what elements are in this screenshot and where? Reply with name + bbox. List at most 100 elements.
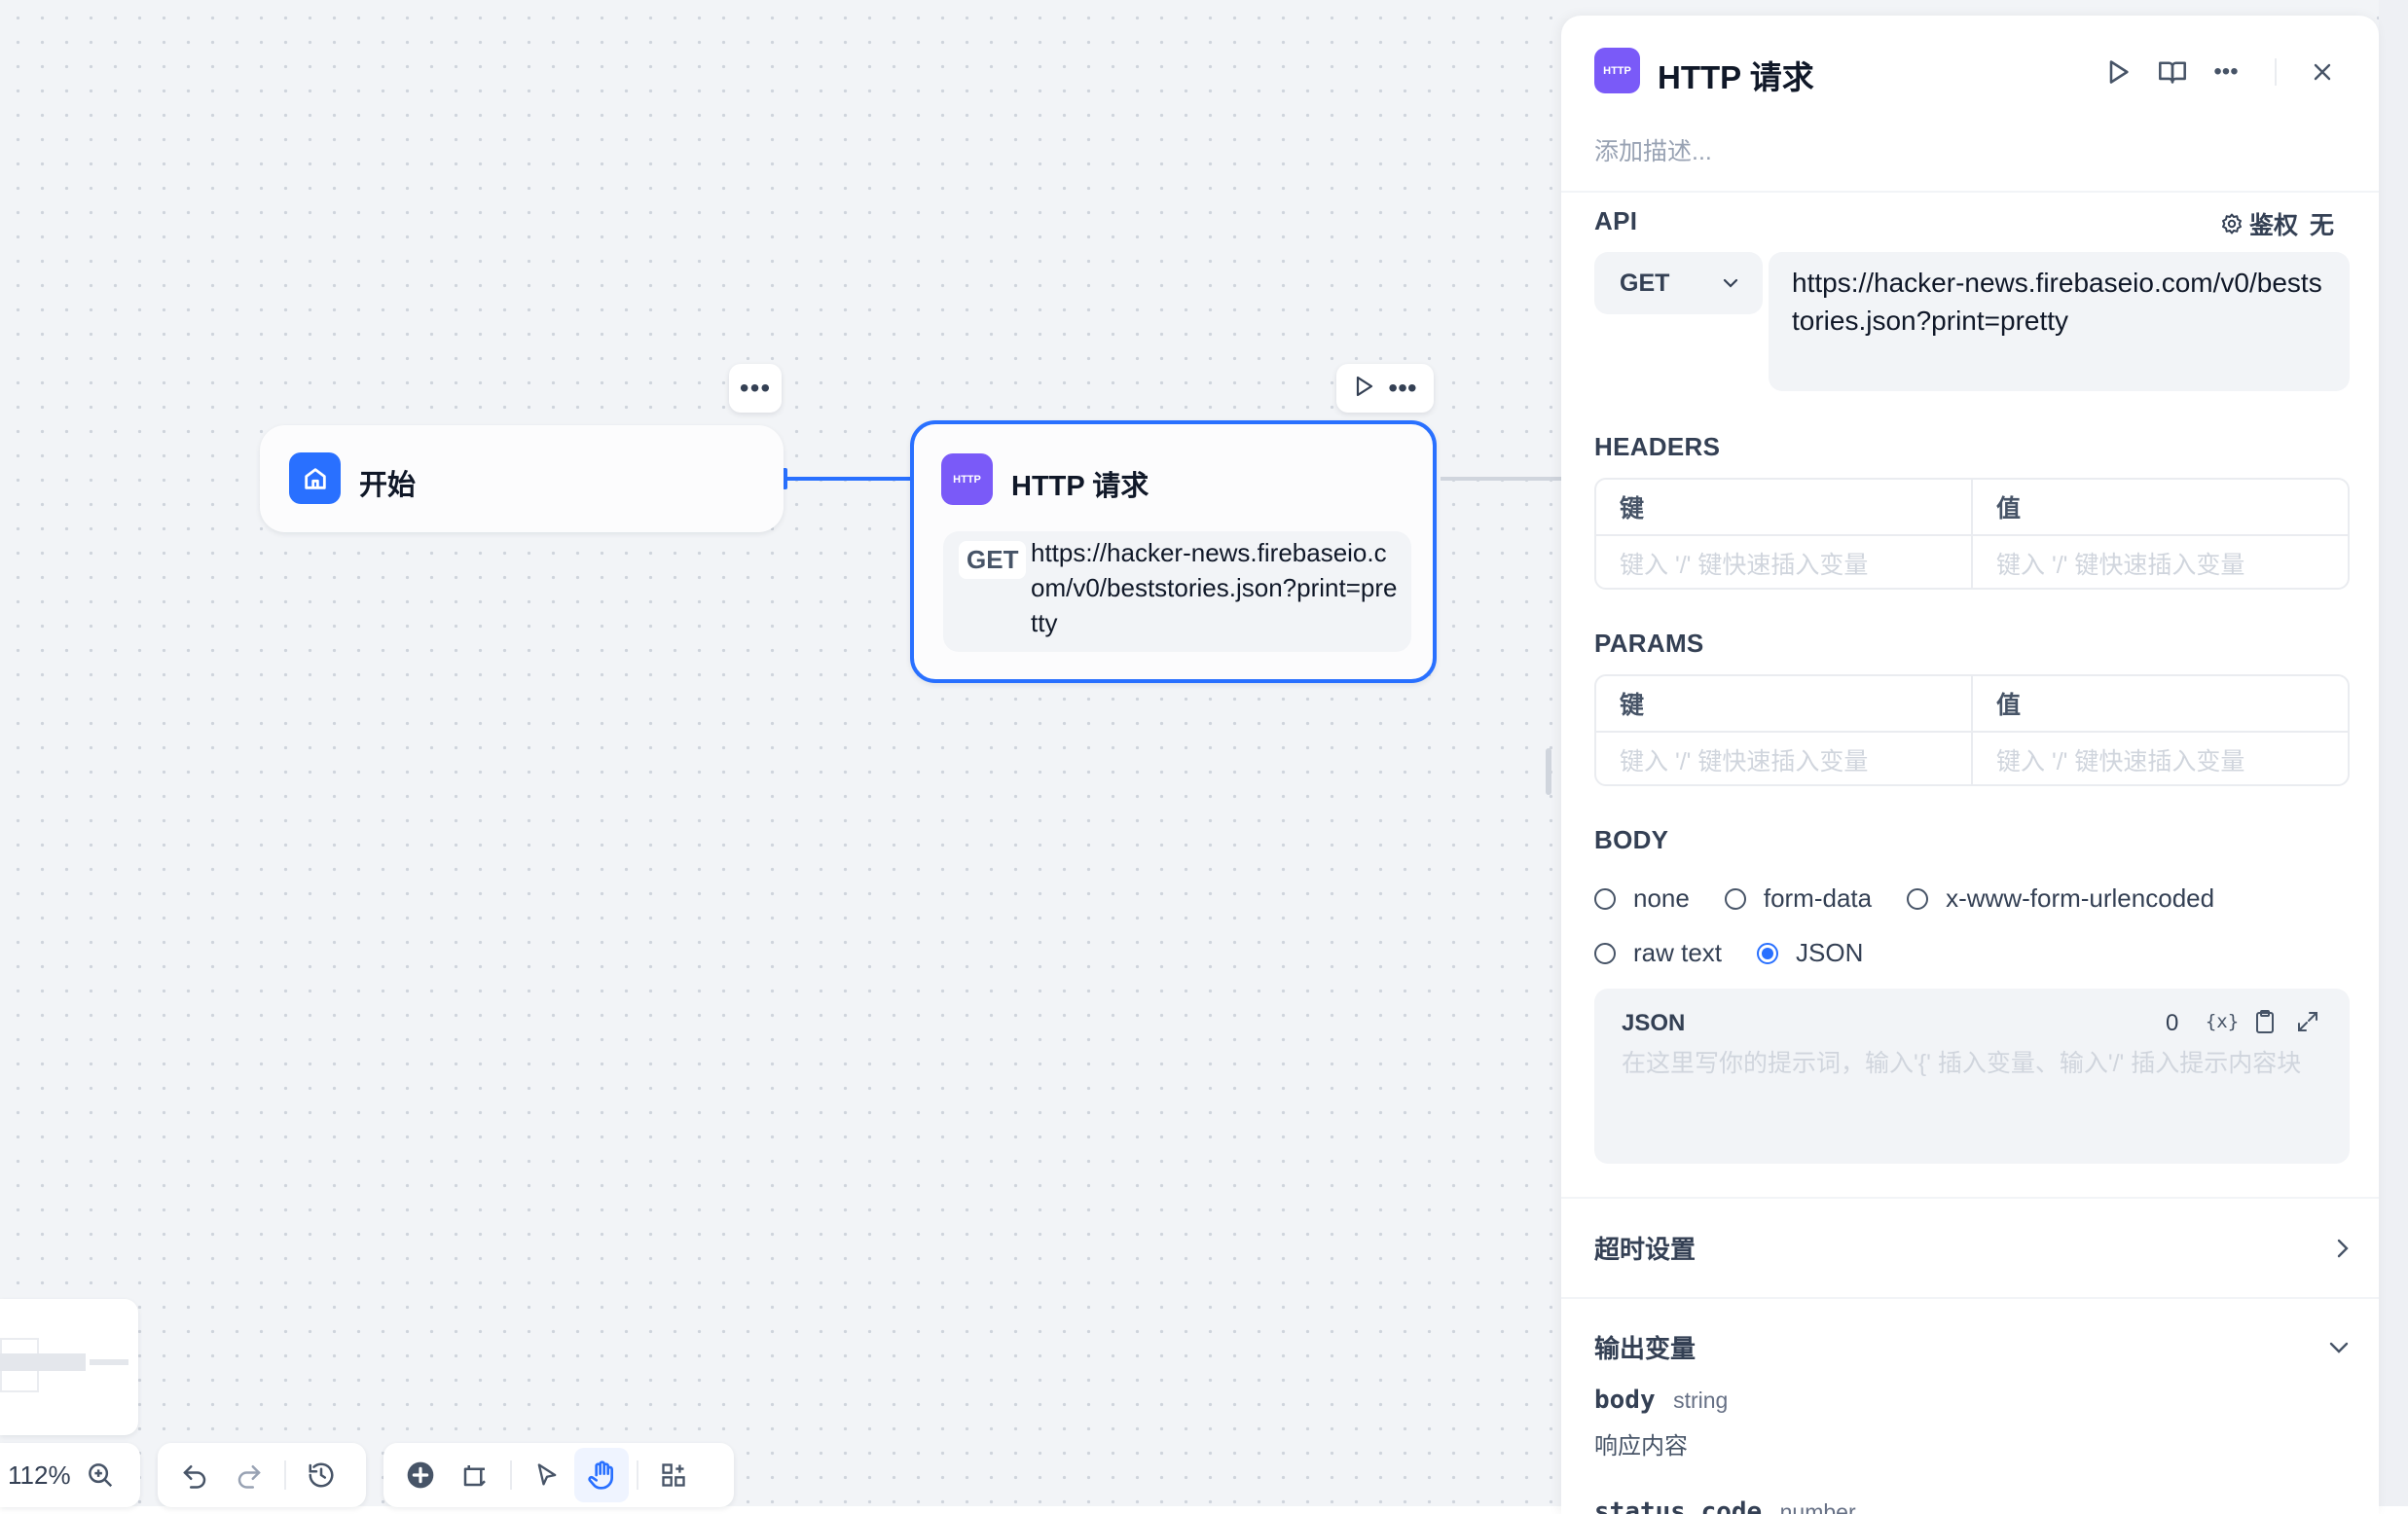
http-node-url: https://hacker-news.firebaseio.com/v0/be… [1031,538,1398,637]
edge-http-out[interactable] [1441,477,1561,481]
http-node-more-button[interactable]: ••• [1388,375,1416,402]
chevron-down-icon [1723,278,1738,288]
timeout-settings-toggle[interactable]: 超时设置 [1594,1230,2350,1266]
json-editor[interactable]: JSON 0 {x} 在这里写你的提示词，输入'{' 插入变量、输入'/' 插入… [1594,989,2350,1164]
more-icon: ••• [739,373,772,403]
panel-divider [1561,1197,2379,1199]
http-icon: HTTP [1594,48,1640,93]
body-type-json[interactable]: JSON [1757,938,1863,968]
right-edge-strip [2379,0,2408,1506]
params-label: PARAMS [1594,629,1704,658]
minimap[interactable] [0,1299,138,1435]
auth-button[interactable]: 鉴权 无 [2220,206,2334,241]
body-type-form-data[interactable]: form-data [1724,883,1872,914]
gear-icon [2221,213,2242,234]
hand-mode-button[interactable] [574,1448,629,1502]
edge-start-to-http[interactable] [784,477,913,481]
close-panel-button[interactable] [2303,53,2342,91]
body-label: BODY [1594,825,1669,854]
output-variables-label: 输出变量 [1594,1334,1697,1363]
zoom-in-icon [88,1463,112,1488]
pointer-mode-button[interactable] [520,1448,574,1502]
help-docs-button[interactable] [2153,53,2192,91]
value-column-header: 值 [1971,676,2348,731]
start-node-more-button[interactable]: ••• [729,364,782,413]
panel-more-button[interactable]: ••• [2207,53,2245,91]
copy-button[interactable] [2249,1006,2280,1037]
output-var-type: number [1779,1499,1856,1514]
note-icon [463,1465,486,1487]
params-table: 键 值 键入 '/' 键快速插入变量 键入 '/' 键快速插入变量 [1594,674,2350,786]
output-var-desc: 响应内容 [1594,1433,1688,1460]
radio-icon [1907,887,1929,910]
description-input[interactable]: 添加描述... [1594,132,1712,167]
more-icon: ••• [2213,58,2239,85]
expand-button[interactable] [2292,1006,2323,1037]
redo-icon [237,1465,261,1489]
body-type-raw-text[interactable]: raw text [1594,938,1722,968]
start-node[interactable]: 开始 [260,425,784,532]
zoom-level[interactable]: 112% [8,1460,71,1491]
json-placeholder: 在这里写你的提示词，输入'{' 插入变量、输入'/' 插入提示内容块 [1622,1050,2302,1077]
headers-table: 键 值 键入 '/' 键快速插入变量 键入 '/' 键快速插入变量 [1594,478,2350,590]
zoom-toolbar: 112% [0,1443,140,1507]
http-icon: HTTP [941,453,993,505]
method-select[interactable]: GET [1594,252,1763,314]
body-type-none[interactable]: none [1594,883,1690,914]
home-icon [289,452,341,504]
panel-divider [1561,191,2379,193]
add-node-button[interactable] [393,1448,448,1502]
http-node-title: HTTP 请求 [1011,471,1149,502]
organize-button[interactable] [646,1448,701,1502]
output-variables-toggle[interactable]: 输出变量 [1594,1329,2350,1365]
body-type-urlencoded[interactable]: x-www-form-urlencoded [1907,883,2214,914]
panel-divider [1561,1297,2379,1299]
zoom-in-button[interactable] [81,1448,120,1502]
value-column-header: 值 [1971,480,2348,534]
expand-icon [2298,1012,2317,1031]
auth-label: 鉴权 [2248,212,2298,239]
minimap-node [90,1359,128,1365]
output-var-type: string [1673,1388,1729,1413]
header-value-input[interactable]: 键入 '/' 键快速插入变量 [1971,536,2348,588]
radio-icon [1594,942,1616,964]
history-button[interactable] [294,1448,348,1502]
chevron-right-icon [2337,1239,2349,1257]
params-table-row: 键入 '/' 键快速插入变量 键入 '/' 键快速插入变量 [1596,731,2348,784]
clipboard-icon [2256,1010,2274,1033]
run-step-button[interactable] [2098,53,2137,91]
undo-button[interactable] [167,1448,222,1502]
hand-icon [588,1460,613,1490]
book-icon [2159,61,2186,84]
url-input[interactable]: https://hacker-news.firebaseio.com/v0/be… [1769,252,2350,391]
radio-icon [1724,887,1746,910]
add-note-button[interactable] [448,1448,502,1502]
run-node-button[interactable] [1353,375,1374,403]
http-request-node[interactable]: HTTP HTTP 请求 GET https://hacker-news.fir… [910,420,1437,683]
radio-icon [1594,887,1616,910]
toolbar-divider [284,1460,286,1490]
edit-toolbar [383,1443,734,1507]
chevron-down-icon [2329,1342,2349,1353]
panel-resize-handle[interactable] [1546,748,1551,795]
body-type-options: none form-data x-www-form-urlencoded [1594,883,2249,914]
minimap-node [0,1353,86,1371]
param-value-input[interactable]: 键入 '/' 键快速插入变量 [1971,733,2348,784]
panel-title[interactable]: HTTP 请求 [1658,52,1814,98]
header-key-input[interactable]: 键入 '/' 键快速插入变量 [1596,536,1971,588]
timeout-settings-label: 超时设置 [1594,1235,1697,1264]
output-var-body: body string [1594,1386,1728,1415]
play-icon [2109,60,2129,84]
auth-value: 无 [2309,212,2334,239]
node-config-panel: HTTP HTTP 请求 ••• 添加描述... API 鉴权 无 GET ht… [1561,16,2379,1514]
params-table-head: 键 值 [1596,676,2348,731]
toolbar-divider [637,1460,638,1490]
output-var-name: body [1594,1386,1656,1415]
param-key-input[interactable]: 键入 '/' 键快速插入变量 [1596,733,1971,784]
http-node-method: GET [959,541,1027,579]
radio-checked-icon [1757,942,1779,964]
layout-icon [662,1463,685,1487]
plus-circle-icon [407,1461,434,1489]
redo-button[interactable] [222,1448,276,1502]
insert-variable-button[interactable]: {x} [2206,1006,2239,1037]
